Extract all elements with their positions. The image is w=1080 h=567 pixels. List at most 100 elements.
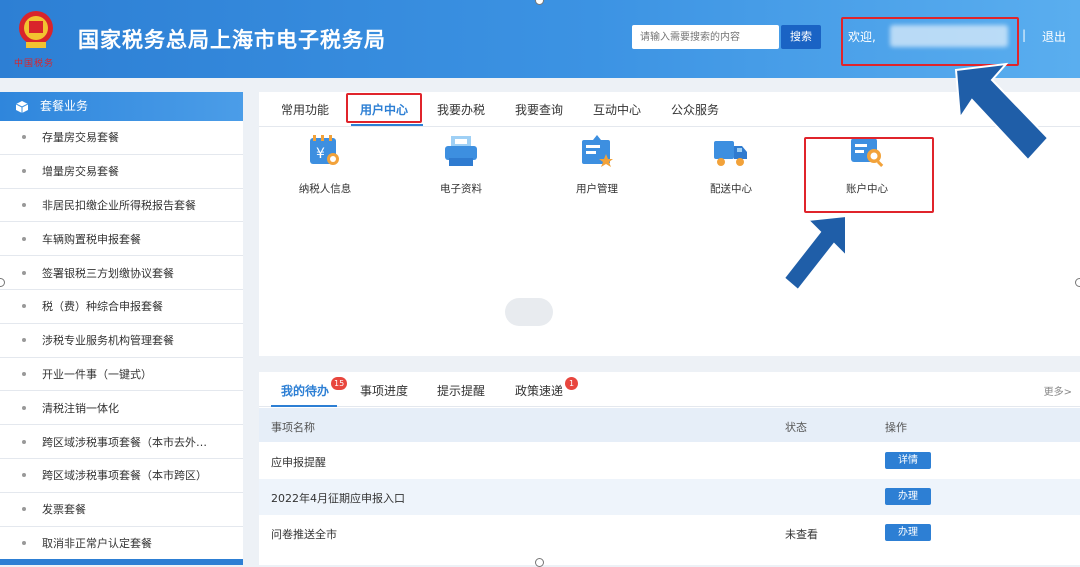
tab-common-functions[interactable]: 常用功能 — [281, 101, 329, 118]
tab-my-todo[interactable]: 我的待办 — [281, 382, 329, 399]
tile-label: 电子资料 — [440, 183, 482, 195]
table-header: 事项名称 状态 操作 — [259, 408, 1080, 442]
header-item-name: 事项名称 — [271, 421, 315, 434]
table-row: 问卷推送全市 未查看 办理 — [259, 515, 1080, 551]
handle-button[interactable]: 办理 — [885, 488, 931, 505]
carousel-indicator[interactable] — [505, 298, 553, 326]
policy-count-badge: 1 — [565, 377, 578, 390]
tile-taxpayer-info[interactable]: ¥ 纳税人信息 — [265, 134, 385, 204]
bullet-icon — [22, 439, 26, 444]
active-tab-indicator — [271, 405, 337, 407]
sidebar-item-label: 清税注销一体化 — [42, 401, 119, 415]
sidebar-scroll-edge — [0, 559, 243, 565]
bullet-icon — [22, 473, 26, 478]
bullet-icon — [22, 338, 26, 343]
sidebar-header[interactable]: 套餐业务 — [0, 92, 243, 121]
tile-label: 配送中心 — [710, 183, 752, 195]
table-row: 2022年4月征期应申报入口 办理 — [259, 479, 1080, 515]
annotation-arrow-icon — [782, 214, 847, 292]
cube-icon — [16, 100, 28, 113]
tab-public-service[interactable]: 公众服务 — [671, 101, 719, 118]
tile-label: 用户管理 — [576, 183, 618, 195]
sidebar-item[interactable]: 跨区域涉税事项套餐（本市跨区） — [0, 459, 243, 493]
sidebar-title: 套餐业务 — [40, 99, 89, 113]
tile-delivery-center[interactable]: 配送中心 — [671, 134, 791, 204]
search-button[interactable]: 搜索 — [781, 25, 821, 49]
header-status: 状态 — [785, 421, 807, 434]
more-link[interactable]: 更多> — [1044, 383, 1072, 398]
sidebar-item-label: 发票套餐 — [42, 503, 86, 517]
sidebar-item[interactable]: 开业一件事（一键式） — [0, 358, 243, 392]
sidebar-item-label: 车辆购置税申报套餐 — [42, 232, 141, 246]
table-row: 应申报提醒 详情 — [259, 443, 1080, 479]
emblem-caption: 中国税务 — [14, 59, 55, 69]
tile-user-management[interactable]: 用户管理 — [537, 134, 657, 204]
sidebar-item-label: 存量房交易套餐 — [42, 131, 119, 145]
sidebar-item[interactable]: 涉税专业服务机构管理套餐 — [0, 324, 243, 358]
account-center-highlight-box — [804, 137, 934, 213]
tab-policy-news[interactable]: 政策速递 — [515, 382, 563, 399]
tab-query[interactable]: 我要查询 — [515, 101, 563, 118]
row-item-name: 应申报提醒 — [271, 456, 326, 469]
user-center-tab-highlight-box — [346, 93, 422, 123]
details-button[interactable]: 详情 — [885, 452, 931, 469]
sidebar-item[interactable]: 税（费）种综合申报套餐 — [0, 290, 243, 324]
search-input[interactable] — [632, 25, 779, 49]
logout-link[interactable]: 退出 — [1042, 28, 1066, 45]
svg-text:¥: ¥ — [316, 146, 325, 162]
resize-handle — [535, 558, 544, 567]
sidebar-item[interactable]: 清税注销一体化 — [0, 391, 243, 426]
bullet-icon — [22, 202, 26, 207]
tab-interaction-center[interactable]: 互动中心 — [593, 101, 641, 118]
bullet-icon — [22, 236, 26, 241]
todo-tabs: 我的待办 15 事项进度 提示提醒 政策速递 1 更多> — [259, 372, 1080, 407]
tile-e-documents[interactable]: 电子资料 — [401, 134, 521, 204]
sidebar-item[interactable]: 发票套餐 — [0, 493, 243, 527]
annotation-arrow-icon — [954, 62, 1050, 162]
printer-icon — [445, 136, 477, 166]
sidebar: 套餐业务 存量房交易套餐 增量房交易套餐 非居民扣缴企业所得税报告套餐 车辆购置… — [0, 92, 243, 565]
sidebar-item[interactable]: 跨区域涉税事项套餐（本市去外… — [0, 425, 243, 459]
bullet-icon — [22, 270, 26, 275]
delivery-truck-icon — [714, 141, 747, 166]
todo-panel: 我的待办 15 事项进度 提示提醒 政策速递 1 更多> 事项名称 状态 操作 … — [259, 372, 1080, 565]
row-status: 未查看 — [785, 528, 818, 541]
tab-reminders[interactable]: 提示提醒 — [437, 382, 485, 399]
handle-button[interactable]: 办理 — [885, 524, 931, 541]
bullet-icon — [22, 169, 26, 174]
sidebar-item-label: 签署银税三方划缴协议套餐 — [42, 266, 174, 280]
sidebar-item-label: 增量房交易套餐 — [42, 165, 119, 179]
row-item-name: 问卷推送全市 — [271, 528, 337, 541]
todo-count-badge: 15 — [331, 377, 348, 390]
header-action: 操作 — [885, 421, 907, 434]
bullet-icon — [22, 405, 26, 410]
bullet-icon — [22, 135, 26, 140]
sidebar-item[interactable]: 取消非正常户认定套餐 — [0, 527, 243, 561]
bullet-icon — [22, 540, 26, 545]
bullet-icon — [22, 371, 26, 376]
active-tab-indicator — [351, 124, 423, 126]
sidebar-item[interactable]: 签署银税三方划缴协议套餐 — [0, 256, 243, 290]
sidebar-item-label: 税（费）种综合申报套餐 — [42, 300, 163, 314]
sidebar-item-label: 取消非正常户认定套餐 — [42, 536, 152, 550]
user-management-icon — [582, 135, 613, 167]
welcome-highlight-box — [841, 17, 1019, 66]
tab-tax-handling[interactable]: 我要办税 — [437, 101, 485, 118]
sidebar-item[interactable]: 非居民扣缴企业所得税报告套餐 — [0, 189, 243, 223]
header-separator: | — [1022, 28, 1027, 42]
resize-handle — [1075, 278, 1080, 287]
sidebar-item[interactable]: 车辆购置税申报套餐 — [0, 222, 243, 257]
site-header: 中国税务 国家税务总局上海市电子税务局 搜索 欢迎, | 退出 — [0, 0, 1080, 78]
row-item-name: 2022年4月征期应申报入口 — [271, 492, 405, 505]
tab-progress[interactable]: 事项进度 — [360, 382, 408, 399]
sidebar-item[interactable]: 存量房交易套餐 — [0, 121, 243, 155]
bullet-icon — [22, 304, 26, 309]
site-title: 国家税务总局上海市电子税务局 — [78, 28, 386, 52]
sidebar-item-label: 开业一件事（一键式） — [42, 367, 152, 381]
sidebar-item[interactable]: 增量房交易套餐 — [0, 155, 243, 189]
taxpayer-info-icon: ¥ — [310, 135, 339, 165]
bullet-icon — [22, 507, 26, 512]
sidebar-item-label: 非居民扣缴企业所得税报告套餐 — [42, 198, 196, 212]
sidebar-item-label: 跨区域涉税事项套餐（本市跨区） — [42, 469, 207, 483]
tax-emblem-icon — [19, 11, 53, 48]
